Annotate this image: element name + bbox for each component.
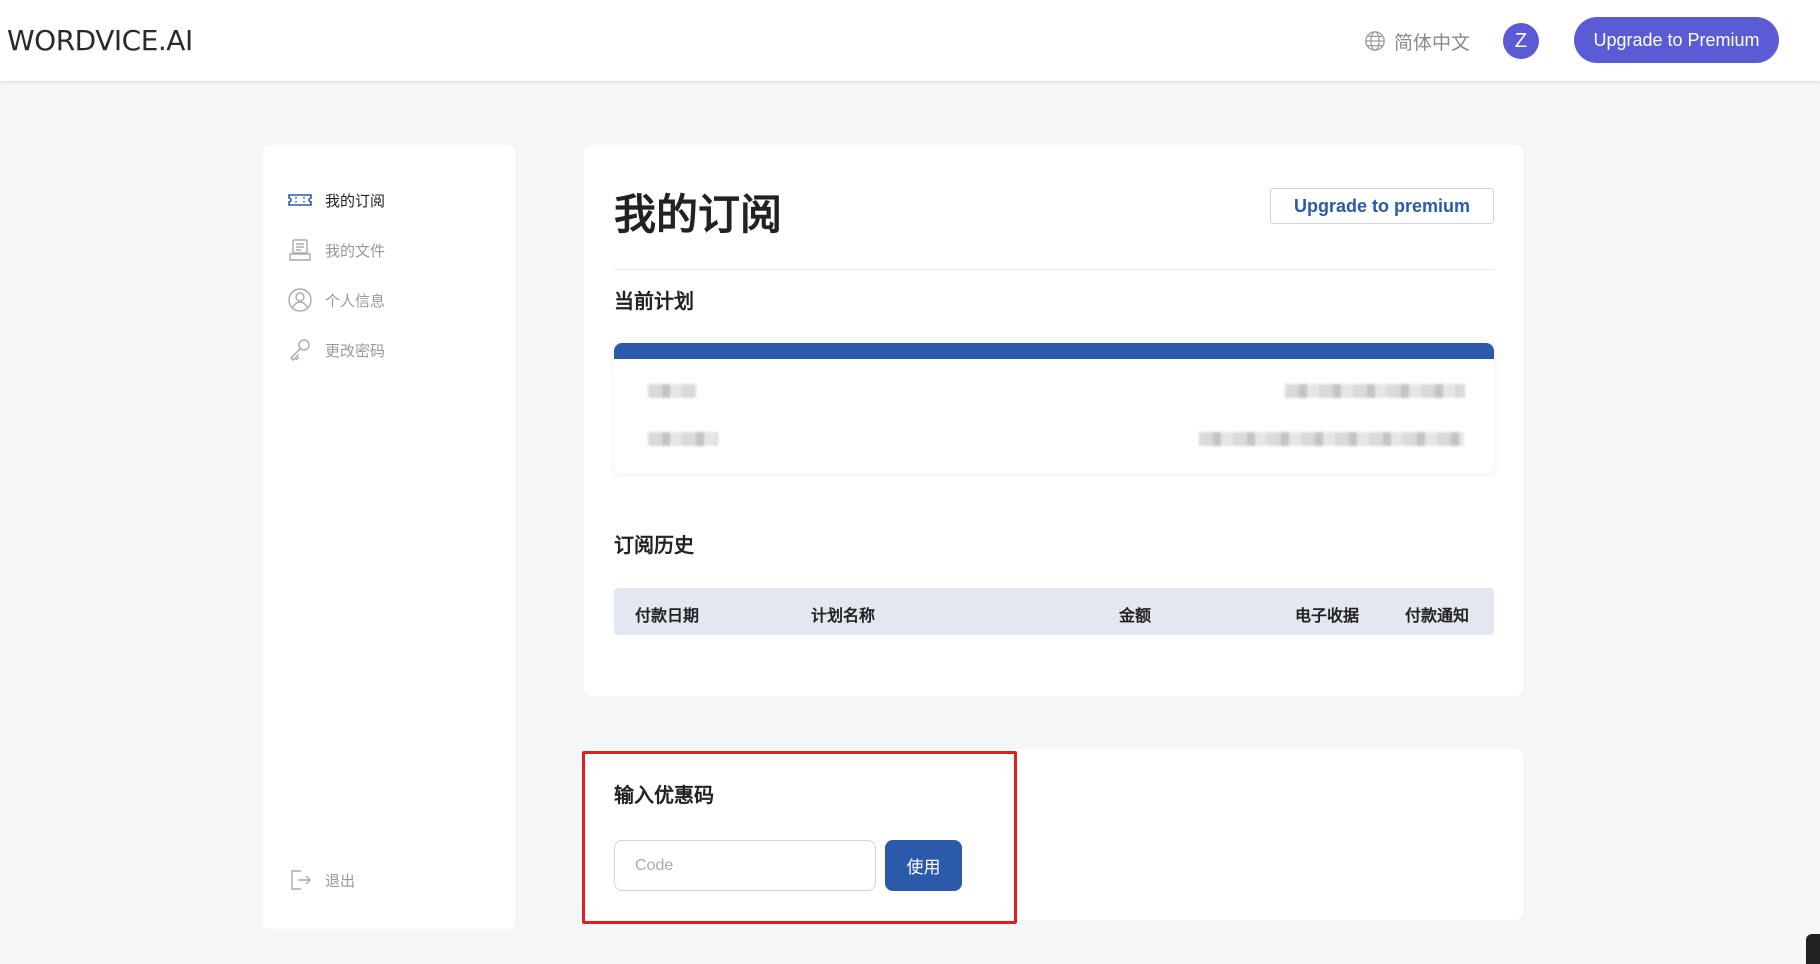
sidebar-item-subscription[interactable]: 我的订阅 [287,185,385,215]
top-header: WORDVICE.AI 简体中文 Z Upgrade to Premium [0,0,1820,81]
document-icon [289,239,311,261]
floating-widget[interactable] [1806,934,1820,964]
sidebar-item-label: 更改密码 [325,342,386,360]
redacted-plan-label [648,384,696,398]
subscription-card: 我的订阅 Upgrade to premium 当前计划 订阅历史 付款日期 计… [584,145,1523,696]
coupon-code-input[interactable] [614,840,876,891]
sidebar-item-files[interactable]: 我的文件 [287,235,385,265]
language-selector[interactable]: 简体中文 [1364,27,1470,55]
sidebar-item-label: 个人信息 [325,292,386,310]
column-header-receipt: 电子收据 [1295,608,1360,625]
globe-icon [1365,31,1385,51]
sidebar-item-label: 我的文件 [325,242,386,260]
divider [614,269,1494,270]
user-circle-icon [288,288,312,312]
history-table-header: 付款日期 计划名称 金额 电子收据 付款通知 [614,588,1494,635]
coupon-card: 输入优惠码 使用 [584,749,1523,920]
subscription-history-title: 订阅历史 [614,535,694,557]
redacted-plan-value [1285,384,1465,398]
key-icon [290,339,310,361]
avatar[interactable]: Z [1503,23,1539,59]
column-header-payment-notice: 付款通知 [1405,608,1470,625]
logout-label: 退出 [325,872,356,890]
sidebar-item-password[interactable]: 更改密码 [287,335,385,365]
logo[interactable]: WORDVICE.AI [7,24,193,57]
column-header-payment-date: 付款日期 [635,608,700,625]
apply-coupon-button[interactable]: 使用 [885,840,962,891]
column-header-amount: 金额 [1119,608,1152,625]
plan-card-header-bar [614,343,1494,359]
redacted-date-value [1199,432,1464,446]
upgrade-to-premium-button[interactable]: Upgrade to Premium [1574,17,1779,63]
sidebar-item-profile[interactable]: 个人信息 [287,285,385,315]
logout-icon [291,870,311,890]
page-title: 我的订阅 [614,191,783,238]
current-plan-card [614,343,1494,474]
redacted-date-label [648,432,718,446]
language-label: 简体中文 [1394,32,1471,54]
coupon-title: 输入优惠码 [614,785,714,807]
current-plan-title: 当前计划 [614,291,694,313]
upgrade-premium-button[interactable]: Upgrade to premium [1270,188,1494,224]
sidebar: 我的订阅 我的文件 个人信息 更改密码 退出 [263,145,515,929]
column-header-plan-name: 计划名称 [811,608,876,625]
ticket-icon [288,194,312,206]
logout-button[interactable]: 退出 [287,865,355,895]
sidebar-item-label: 我的订阅 [325,192,386,210]
